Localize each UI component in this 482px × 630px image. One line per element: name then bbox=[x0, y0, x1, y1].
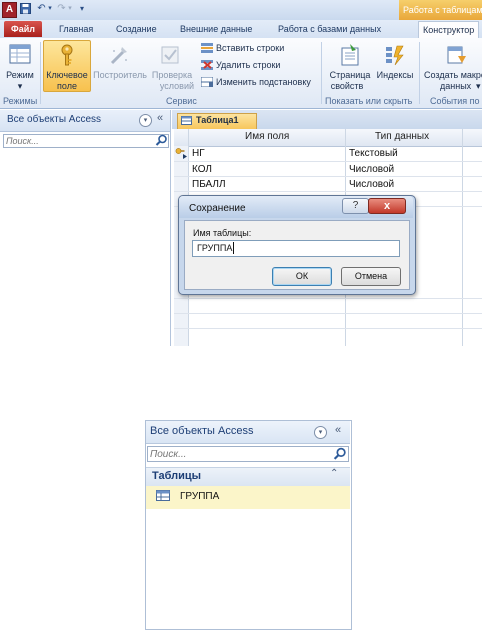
nav-menu-dropdown-icon[interactable]: ▾ bbox=[314, 426, 327, 439]
grid-line bbox=[174, 161, 482, 162]
create-data-macros-dropdown-icon[interactable]: ▾ bbox=[476, 81, 481, 92]
table-icon bbox=[181, 116, 192, 127]
group-separator bbox=[40, 42, 41, 104]
collapse-group-icon[interactable]: ⌃ bbox=[330, 468, 338, 479]
nav-item-label: ГРУППА bbox=[180, 491, 220, 502]
insert-rows-icon bbox=[201, 43, 213, 55]
dialog-help-button[interactable]: ? bbox=[342, 198, 369, 214]
property-sheet-label-2: свойств bbox=[330, 81, 364, 91]
indexes-icon bbox=[383, 43, 407, 69]
nav-group-title: Таблицы bbox=[152, 470, 201, 482]
tab-external-data[interactable]: Внешние данные bbox=[180, 20, 252, 38]
search-icon[interactable] bbox=[155, 134, 168, 149]
builder-button: Построитель bbox=[93, 70, 147, 80]
group-label-views: Режимы bbox=[3, 96, 38, 106]
group-separator bbox=[419, 42, 420, 104]
data-type-cell[interactable]: Числовой bbox=[349, 179, 394, 190]
tab-database-tools[interactable]: Работа с базами данных bbox=[278, 20, 381, 38]
validation-button: Проверка bbox=[151, 70, 193, 80]
view-icon bbox=[8, 42, 32, 68]
design-grid-header bbox=[174, 129, 482, 147]
data-type-cell[interactable]: Текстовый bbox=[349, 148, 398, 159]
undo-dropdown-icon[interactable]: ▾ bbox=[47, 3, 53, 15]
nav-menu-dropdown-icon[interactable]: ▾ bbox=[139, 114, 152, 127]
create-data-macros-icon bbox=[444, 43, 468, 69]
primary-key-row-icon bbox=[175, 147, 188, 161]
group-separator bbox=[321, 42, 322, 104]
search-icon[interactable] bbox=[333, 447, 347, 463]
nav-search-box bbox=[147, 446, 349, 462]
dialog-title: Сохранение bbox=[189, 203, 246, 214]
group-label-events: События по bbox=[430, 96, 480, 106]
redo-dropdown-icon: ▾ bbox=[68, 5, 72, 12]
dialog-close-button[interactable]: x bbox=[368, 198, 406, 214]
tab-file[interactable]: Файл bbox=[4, 21, 42, 37]
validation-icon bbox=[160, 43, 180, 69]
primary-key-label: Ключевое bbox=[46, 70, 88, 80]
access-app-icon[interactable]: A bbox=[2, 2, 17, 18]
indexes-button[interactable]: Индексы bbox=[374, 70, 416, 81]
view-dropdown-icon[interactable]: ▾ bbox=[1, 81, 39, 92]
builder-icon bbox=[107, 43, 131, 69]
modify-lookups-icon bbox=[200, 76, 214, 89]
field-name-cell[interactable]: ПБАЛЛ bbox=[192, 179, 226, 190]
nav-item-table[interactable] bbox=[146, 486, 350, 509]
save-icon[interactable] bbox=[20, 3, 31, 15]
nav-search-input[interactable] bbox=[4, 135, 158, 147]
table-name-label: Имя таблицы: bbox=[193, 228, 252, 238]
validation-button-2: условий bbox=[159, 81, 194, 91]
grid-line bbox=[174, 328, 482, 329]
delete-rows-icon bbox=[201, 60, 213, 72]
ok-button[interactable]: ОК bbox=[272, 267, 332, 286]
customize-toolbar-icon[interactable]: ▾ bbox=[78, 3, 86, 15]
create-data-macros-label-2: данных bbox=[440, 81, 472, 91]
group-label-tools: Сервис bbox=[166, 96, 197, 106]
tab-design[interactable]: Конструктор bbox=[418, 21, 480, 39]
field-name-cell[interactable]: КОЛ bbox=[192, 164, 212, 175]
grid-line bbox=[174, 313, 482, 314]
navigation-pane-title[interactable]: Все объекты Access bbox=[150, 425, 253, 437]
modify-lookups-button[interactable]: Изменить подстановку bbox=[216, 77, 311, 88]
column-header-data-type: Тип данных bbox=[375, 131, 430, 142]
document-tab-label: Таблица1 bbox=[196, 115, 239, 125]
create-data-macros-button[interactable]: Создать макро bbox=[424, 70, 482, 81]
delete-rows-button[interactable]: Удалить строки bbox=[216, 60, 280, 71]
nav-search-box bbox=[3, 134, 169, 148]
redo-icon: ↷ bbox=[57, 3, 66, 14]
view-button[interactable]: Режим bbox=[1, 70, 39, 81]
group-label-show-hide: Показать или скрыть bbox=[325, 96, 413, 106]
primary-key-label-2: поле bbox=[57, 81, 77, 91]
text-cursor bbox=[233, 242, 234, 254]
shutter-bar-collapse-icon[interactable]: « bbox=[157, 112, 163, 124]
cancel-button[interactable]: Отмена bbox=[341, 267, 401, 286]
navigation-pane-title[interactable]: Все объекты Access bbox=[7, 114, 101, 125]
context-tab-title: Работа с таблицами bbox=[399, 0, 482, 20]
tab-create[interactable]: Создание bbox=[116, 20, 157, 38]
table-icon bbox=[156, 490, 170, 503]
grid-line bbox=[174, 298, 482, 299]
column-header-field-name: Имя поля bbox=[245, 131, 290, 142]
nav-search-input[interactable] bbox=[148, 447, 332, 461]
key-icon bbox=[55, 43, 79, 69]
shutter-bar-collapse-icon[interactable]: « bbox=[335, 424, 341, 436]
tab-home[interactable]: Главная bbox=[59, 20, 93, 38]
grid-line bbox=[174, 191, 482, 192]
data-type-cell[interactable]: Числовой bbox=[349, 164, 394, 175]
property-sheet-button[interactable]: Страница bbox=[327, 70, 373, 81]
field-name-cell[interactable]: НГ bbox=[192, 148, 205, 159]
property-sheet-icon bbox=[338, 43, 362, 69]
table-name-value: ГРУППА bbox=[197, 243, 233, 253]
insert-rows-button[interactable]: Вставить строки bbox=[216, 43, 284, 54]
grid-line bbox=[174, 176, 482, 177]
undo-icon[interactable]: ↶ bbox=[36, 3, 47, 15]
